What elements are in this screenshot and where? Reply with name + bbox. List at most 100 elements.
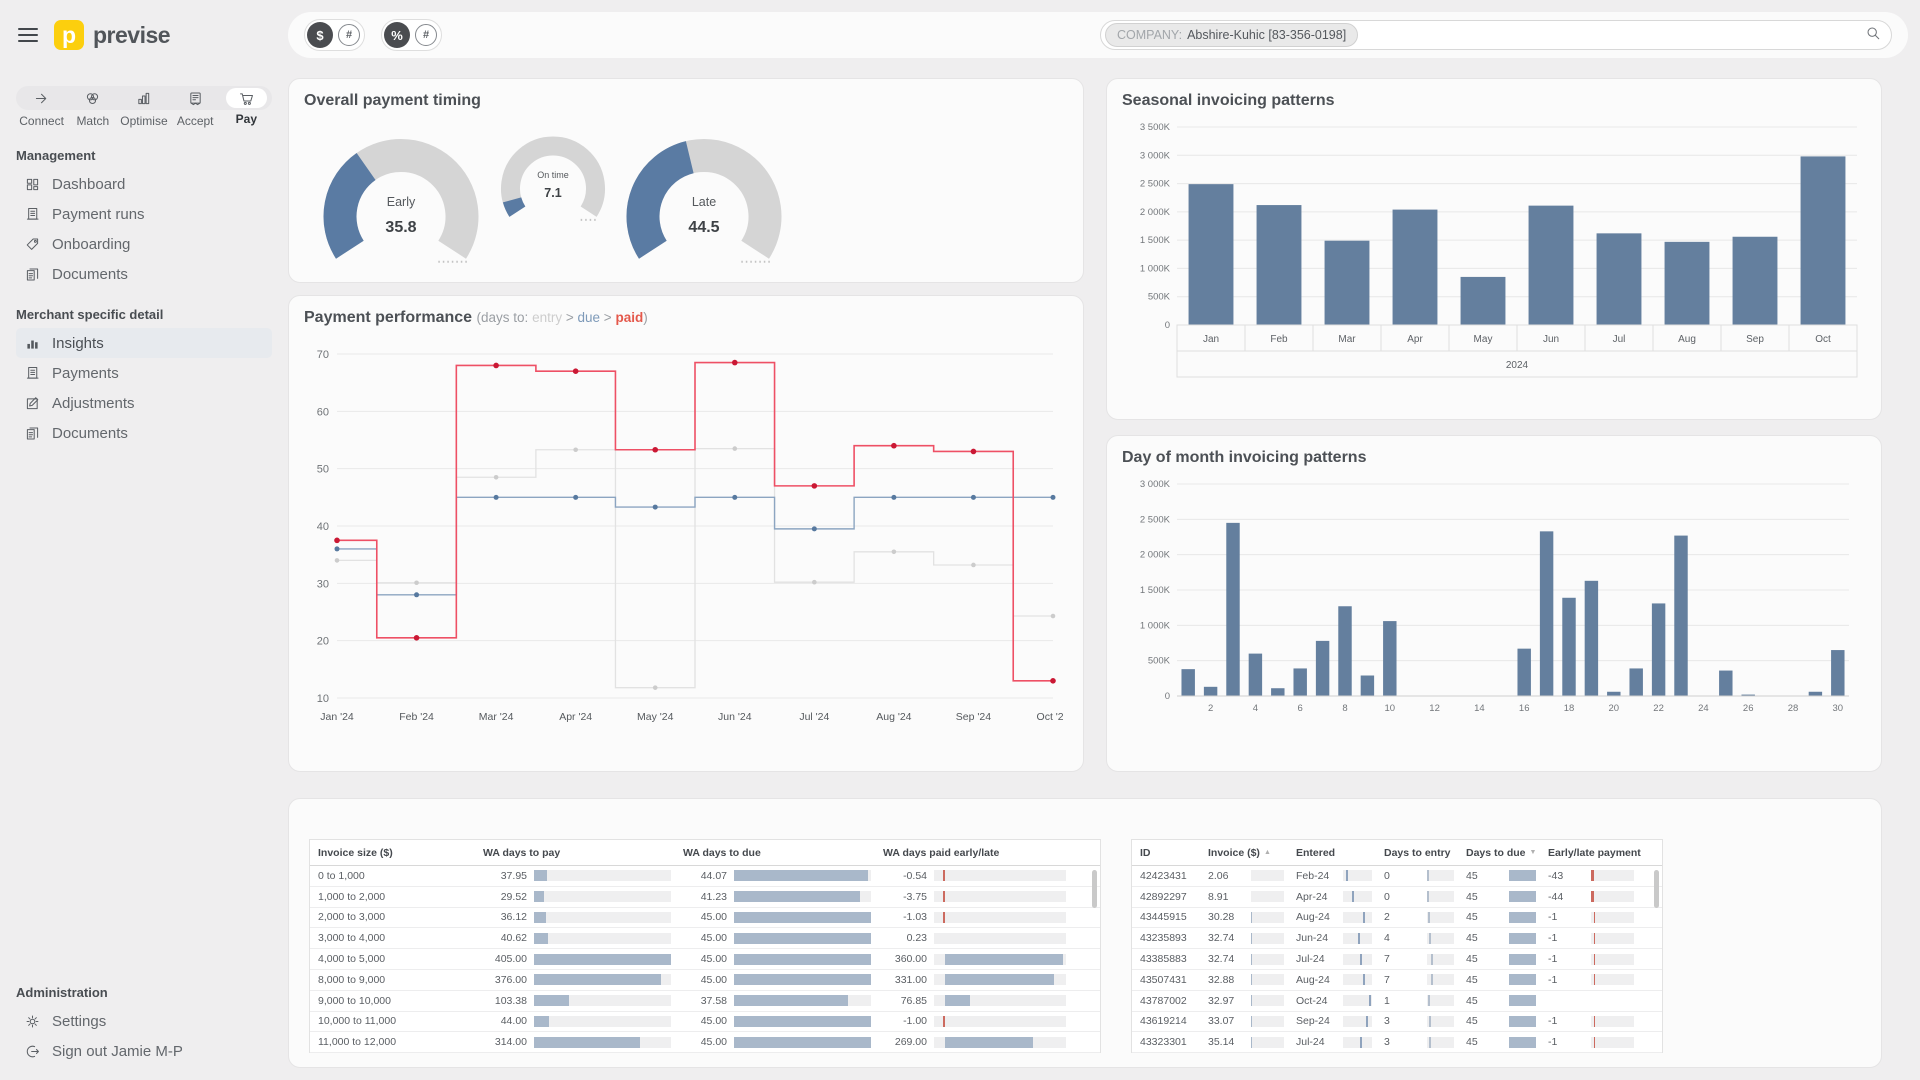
svg-text:2 500K: 2 500K [1140,179,1171,190]
cell-wa-days-to-pay: 405.00 [483,953,683,965]
table-row[interactable]: 1,000 to 2,00029.5241.23-3.75 [310,887,1100,908]
cell-wa-days-to-pay: 103.38 [483,995,683,1007]
gauge-value: 35.8 [311,219,491,237]
table-row[interactable]: 424234312.06Feb-24045-43 [1132,866,1662,887]
nav-section-title: Administration [16,985,272,1000]
cell-wa-days-to-due: 45.00 [683,953,883,965]
cell-days-to-due: 45 [1466,995,1548,1007]
search-icon[interactable] [1865,25,1881,46]
sidebar-item-insights[interactable]: Insights [16,328,272,358]
table-row[interactable]: 4332330135.14Jul-24345-1 [1132,1032,1662,1053]
percent-hash-toggle[interactable]: %# [381,19,442,51]
svg-text:Feb: Feb [1270,334,1288,345]
table-row[interactable]: 4,000 to 5,000405.0045.00360.00 [310,949,1100,970]
column-header-early-late-payment[interactable]: Early/late payment [1548,847,1646,859]
workflow-step-accept[interactable]: Accept [170,86,221,128]
cell-invoice-size: 4,000 to 5,000 [318,953,483,965]
column-header-wa-days-to-pay[interactable]: WA days to pay [483,847,683,859]
day-of-month-chart: 0500K1 000K1 500K2 000K2 500K3 000K24681… [1127,472,1863,769]
column-header-wa-days-to-due[interactable]: WA days to due [683,847,883,859]
display-toggles: $#%# [304,19,442,51]
table-row[interactable]: 4323589332.74Jun-24445-1 [1132,928,1662,949]
table-row[interactable]: 4350743132.88Aug-24745-1 [1132,970,1662,991]
brand-logo[interactable]: p previse [54,20,170,50]
workflow-step-connect[interactable]: Connect [16,86,67,128]
table-row[interactable]: 9,000 to 10,000103.3837.5876.85 [310,991,1100,1012]
svg-text:Jan: Jan [1203,334,1219,345]
workflow-step-pay[interactable]: Pay [221,86,272,128]
column-header-id[interactable]: ID [1140,847,1208,859]
amount-hash-toggle[interactable]: $# [304,19,365,51]
cell-early-late-payment: -1 [1548,974,1646,986]
scrollbar-thumb[interactable] [1654,870,1659,908]
cell-entered: Jul-24 [1296,953,1384,965]
sidebar-item-documents[interactable]: Documents [16,259,272,289]
cell-early-late-payment: -1 [1548,932,1646,944]
cell-days-to-entry: 0 [1384,891,1466,903]
table-row[interactable]: 4361921433.07Sep-24345-1 [1132,1012,1662,1033]
cell-id: 43323301 [1140,1036,1208,1048]
svg-text:Aug: Aug [1678,334,1696,345]
sidebar-item-onboarding[interactable]: Onboarding [16,229,272,259]
table-row[interactable]: 2,000 to 3,00036.1245.00-1.03 [310,908,1100,929]
sidebar-item-documents[interactable]: Documents [16,418,272,448]
sidebar-item-payments[interactable]: Payments [16,358,272,388]
svg-text:Aug '24: Aug '24 [876,711,911,723]
column-header-wa-days-paid-early-late[interactable]: WA days paid early/late [883,847,1078,859]
sidebar-item-dashboard[interactable]: Dashboard [16,169,272,199]
svg-text:1 000K: 1 000K [1140,263,1171,274]
cell-wa-days-to-pay: 44.00 [483,1015,683,1027]
toggle-option[interactable]: # [415,24,437,46]
cell-days-to-entry: 3 [1384,1015,1466,1027]
table-row[interactable]: 0 to 1,00037.9544.07-0.54 [310,866,1100,887]
svg-text:2 000K: 2 000K [1140,550,1171,561]
column-header-days-to-entry[interactable]: Days to entry [1384,847,1466,859]
table-header-row: IDInvoice ($)▲EnteredDays to entryDays t… [1132,840,1662,866]
cell-wa-days-paid-early-late: 360.00 [883,953,1078,965]
table-row[interactable]: 4344591530.28Aug-24245-1 [1132,908,1662,929]
company-chip[interactable]: COMPANY: Abshire-Kuhic [83-356-0198] [1105,23,1358,47]
table-row[interactable]: 428922978.91Apr-24045-44 [1132,887,1662,908]
workflow-step-optimise[interactable]: Optimise [118,86,169,128]
workflow-step-label: Connect [16,114,67,128]
cell-early-late-payment: -1 [1548,1015,1646,1027]
gauge-label: Late [614,195,794,209]
sidebar-item-label: Payments [52,365,119,382]
toggle-option-selected[interactable]: $ [307,22,333,48]
cell-invoice: 32.97 [1208,995,1296,1007]
table-row[interactable]: 3,000 to 4,00040.6245.000.23 [310,928,1100,949]
cell-invoice-size: 3,000 to 4,000 [318,932,483,944]
workflow-step-match[interactable]: Match [67,86,118,128]
toggle-option-selected[interactable]: % [384,22,410,48]
company-chip-value: Abshire-Kuhic [83-356-0198] [1187,28,1346,42]
cell-early-late-payment: -43 [1548,870,1646,882]
svg-text:Mar: Mar [1338,334,1356,345]
sidebar-item-payment-runs[interactable]: Payment runs [16,199,272,229]
cell-invoice-size: 1,000 to 2,000 [318,891,483,903]
table-row[interactable]: 4378700232.97Oct-24145 [1132,991,1662,1012]
column-header-invoice-size[interactable]: Invoice size ($) [318,847,483,859]
company-search-input[interactable]: COMPANY: Abshire-Kuhic [83-356-0198] [1100,20,1892,50]
scrollbar-thumb[interactable] [1092,870,1097,908]
sidebar-item-adjustments[interactable]: Adjustments [16,388,272,418]
day-of-month-card: Day of month invoicing patterns 0500K1 0… [1106,435,1882,772]
table-row[interactable]: 4338588332.74Jul-24745-1 [1132,949,1662,970]
payment-performance-card: Payment performance (days to: entry > du… [288,295,1084,772]
sidebar-item-sign-out-jamie-m-p[interactable]: Sign out Jamie M-P [16,1036,272,1066]
table-row[interactable]: 10,000 to 11,00044.0045.00-1.00 [310,1012,1100,1033]
sidebar-item-settings[interactable]: Settings [16,1006,272,1036]
seasonal-invoicing-card: Seasonal invoicing patterns 0500K1 000K1… [1106,78,1882,420]
toggle-option[interactable]: # [338,24,360,46]
column-header-entered[interactable]: Entered [1296,847,1384,859]
payment-performance-chart: 10203040506070Jan '24Feb '24Mar '24Apr '… [301,338,1063,763]
cell-days-to-due: 45 [1466,891,1548,903]
column-header-invoice[interactable]: Invoice ($)▲ [1208,847,1296,859]
workflow-step-label: Accept [170,114,221,128]
menu-icon[interactable] [18,24,38,46]
svg-text:4: 4 [1253,703,1258,714]
cell-entered: Sep-24 [1296,1015,1384,1027]
column-header-days-to-due[interactable]: Days to due▼ [1466,847,1548,859]
table-row[interactable]: 8,000 to 9,000376.0045.00331.00 [310,970,1100,991]
svg-text:1 500K: 1 500K [1140,585,1171,596]
table-row[interactable]: 11,000 to 12,000314.0045.00269.00 [310,1032,1100,1053]
